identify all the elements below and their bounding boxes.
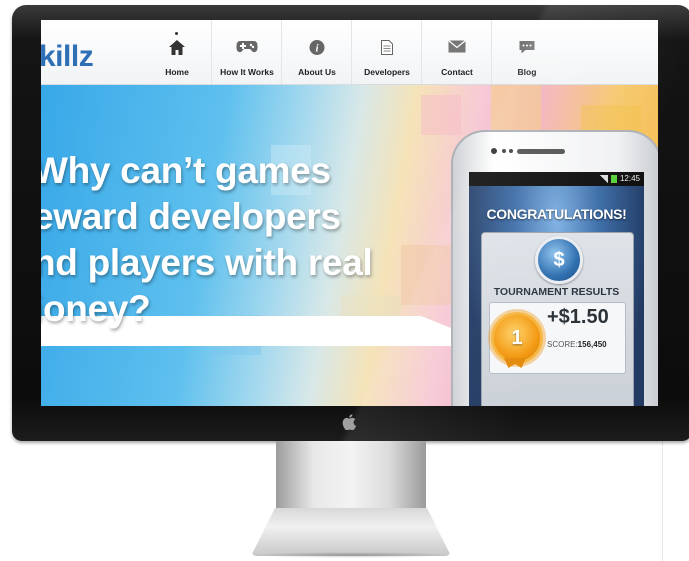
headline-line: Why can’t games: [41, 150, 331, 191]
battery-icon: [610, 174, 617, 183]
nav-developers-label: Developers: [364, 67, 410, 77]
phone-sensor: [502, 149, 506, 153]
home-icon: [169, 40, 185, 60]
nav-contact-label: Contact: [441, 67, 473, 77]
score-label: SCORE:: [547, 340, 578, 349]
signal-icon: [599, 174, 608, 183]
score-readout: SCORE:156,450: [547, 340, 607, 349]
nav-about-us[interactable]: i About Us: [281, 20, 352, 84]
nav-contact[interactable]: Contact: [421, 20, 492, 84]
nav-home-label: Home: [165, 67, 189, 77]
nav-about-us-label: About Us: [298, 67, 336, 77]
first-place-medal-icon: 1: [491, 312, 543, 364]
nav-home[interactable]: Home: [147, 20, 207, 84]
hero-headline: Why can’t games eward developers nd play…: [41, 148, 373, 332]
headline-line: eward developers: [41, 196, 341, 237]
winnings-amount: +$1.50: [547, 306, 609, 328]
nav-developers[interactable]: Developers: [351, 20, 422, 84]
monitor-stand-neck: [276, 441, 426, 513]
dollar-coin-icon: $: [535, 236, 583, 284]
site-navbar: killz Home How It Works i About Us Devel…: [41, 20, 658, 85]
apple-logo-icon: [341, 414, 357, 431]
phone-speaker: [517, 149, 565, 154]
nav-how-it-works-label: How It Works: [220, 67, 274, 77]
gamepad-icon: [236, 40, 258, 59]
decor-square: [401, 245, 451, 305]
background-divider: [662, 435, 663, 561]
decor-square: [421, 95, 461, 135]
headline-line: ioney?: [41, 288, 151, 329]
phone-mockup: 12:45 CONGRATULATIONS! $ TOURNAMENT RESU…: [451, 130, 658, 406]
speech-bubble-icon: [519, 40, 536, 59]
nav-how-it-works[interactable]: How It Works: [211, 20, 282, 84]
decor-square: [491, 85, 541, 135]
tournament-results-title: TOURNAMENT RESULTS: [493, 286, 620, 298]
phone-camera: [491, 148, 497, 154]
envelope-icon: [448, 40, 466, 58]
info-icon: i: [309, 40, 325, 60]
congratulations-heading: CONGRATULATIONS!: [486, 206, 627, 222]
stand-shadow: [248, 552, 454, 558]
site-logo[interactable]: killz: [41, 40, 94, 74]
phone-screen: 12:45 CONGRATULATIONS! $ TOURNAMENT RESU…: [469, 172, 644, 406]
phone-sensor: [509, 149, 513, 153]
phone-status-bar: 12:45: [469, 172, 644, 186]
status-time: 12:45: [619, 174, 640, 183]
headline-line: nd players with real: [41, 242, 373, 283]
monitor-stand-base: [251, 508, 451, 556]
monitor-screen: killz Home How It Works i About Us Devel…: [41, 20, 658, 406]
nav-blog[interactable]: Blog: [491, 20, 562, 84]
score-value: 156,450: [577, 340, 607, 349]
document-icon: [381, 40, 393, 60]
nav-blog-label: Blog: [517, 67, 537, 77]
